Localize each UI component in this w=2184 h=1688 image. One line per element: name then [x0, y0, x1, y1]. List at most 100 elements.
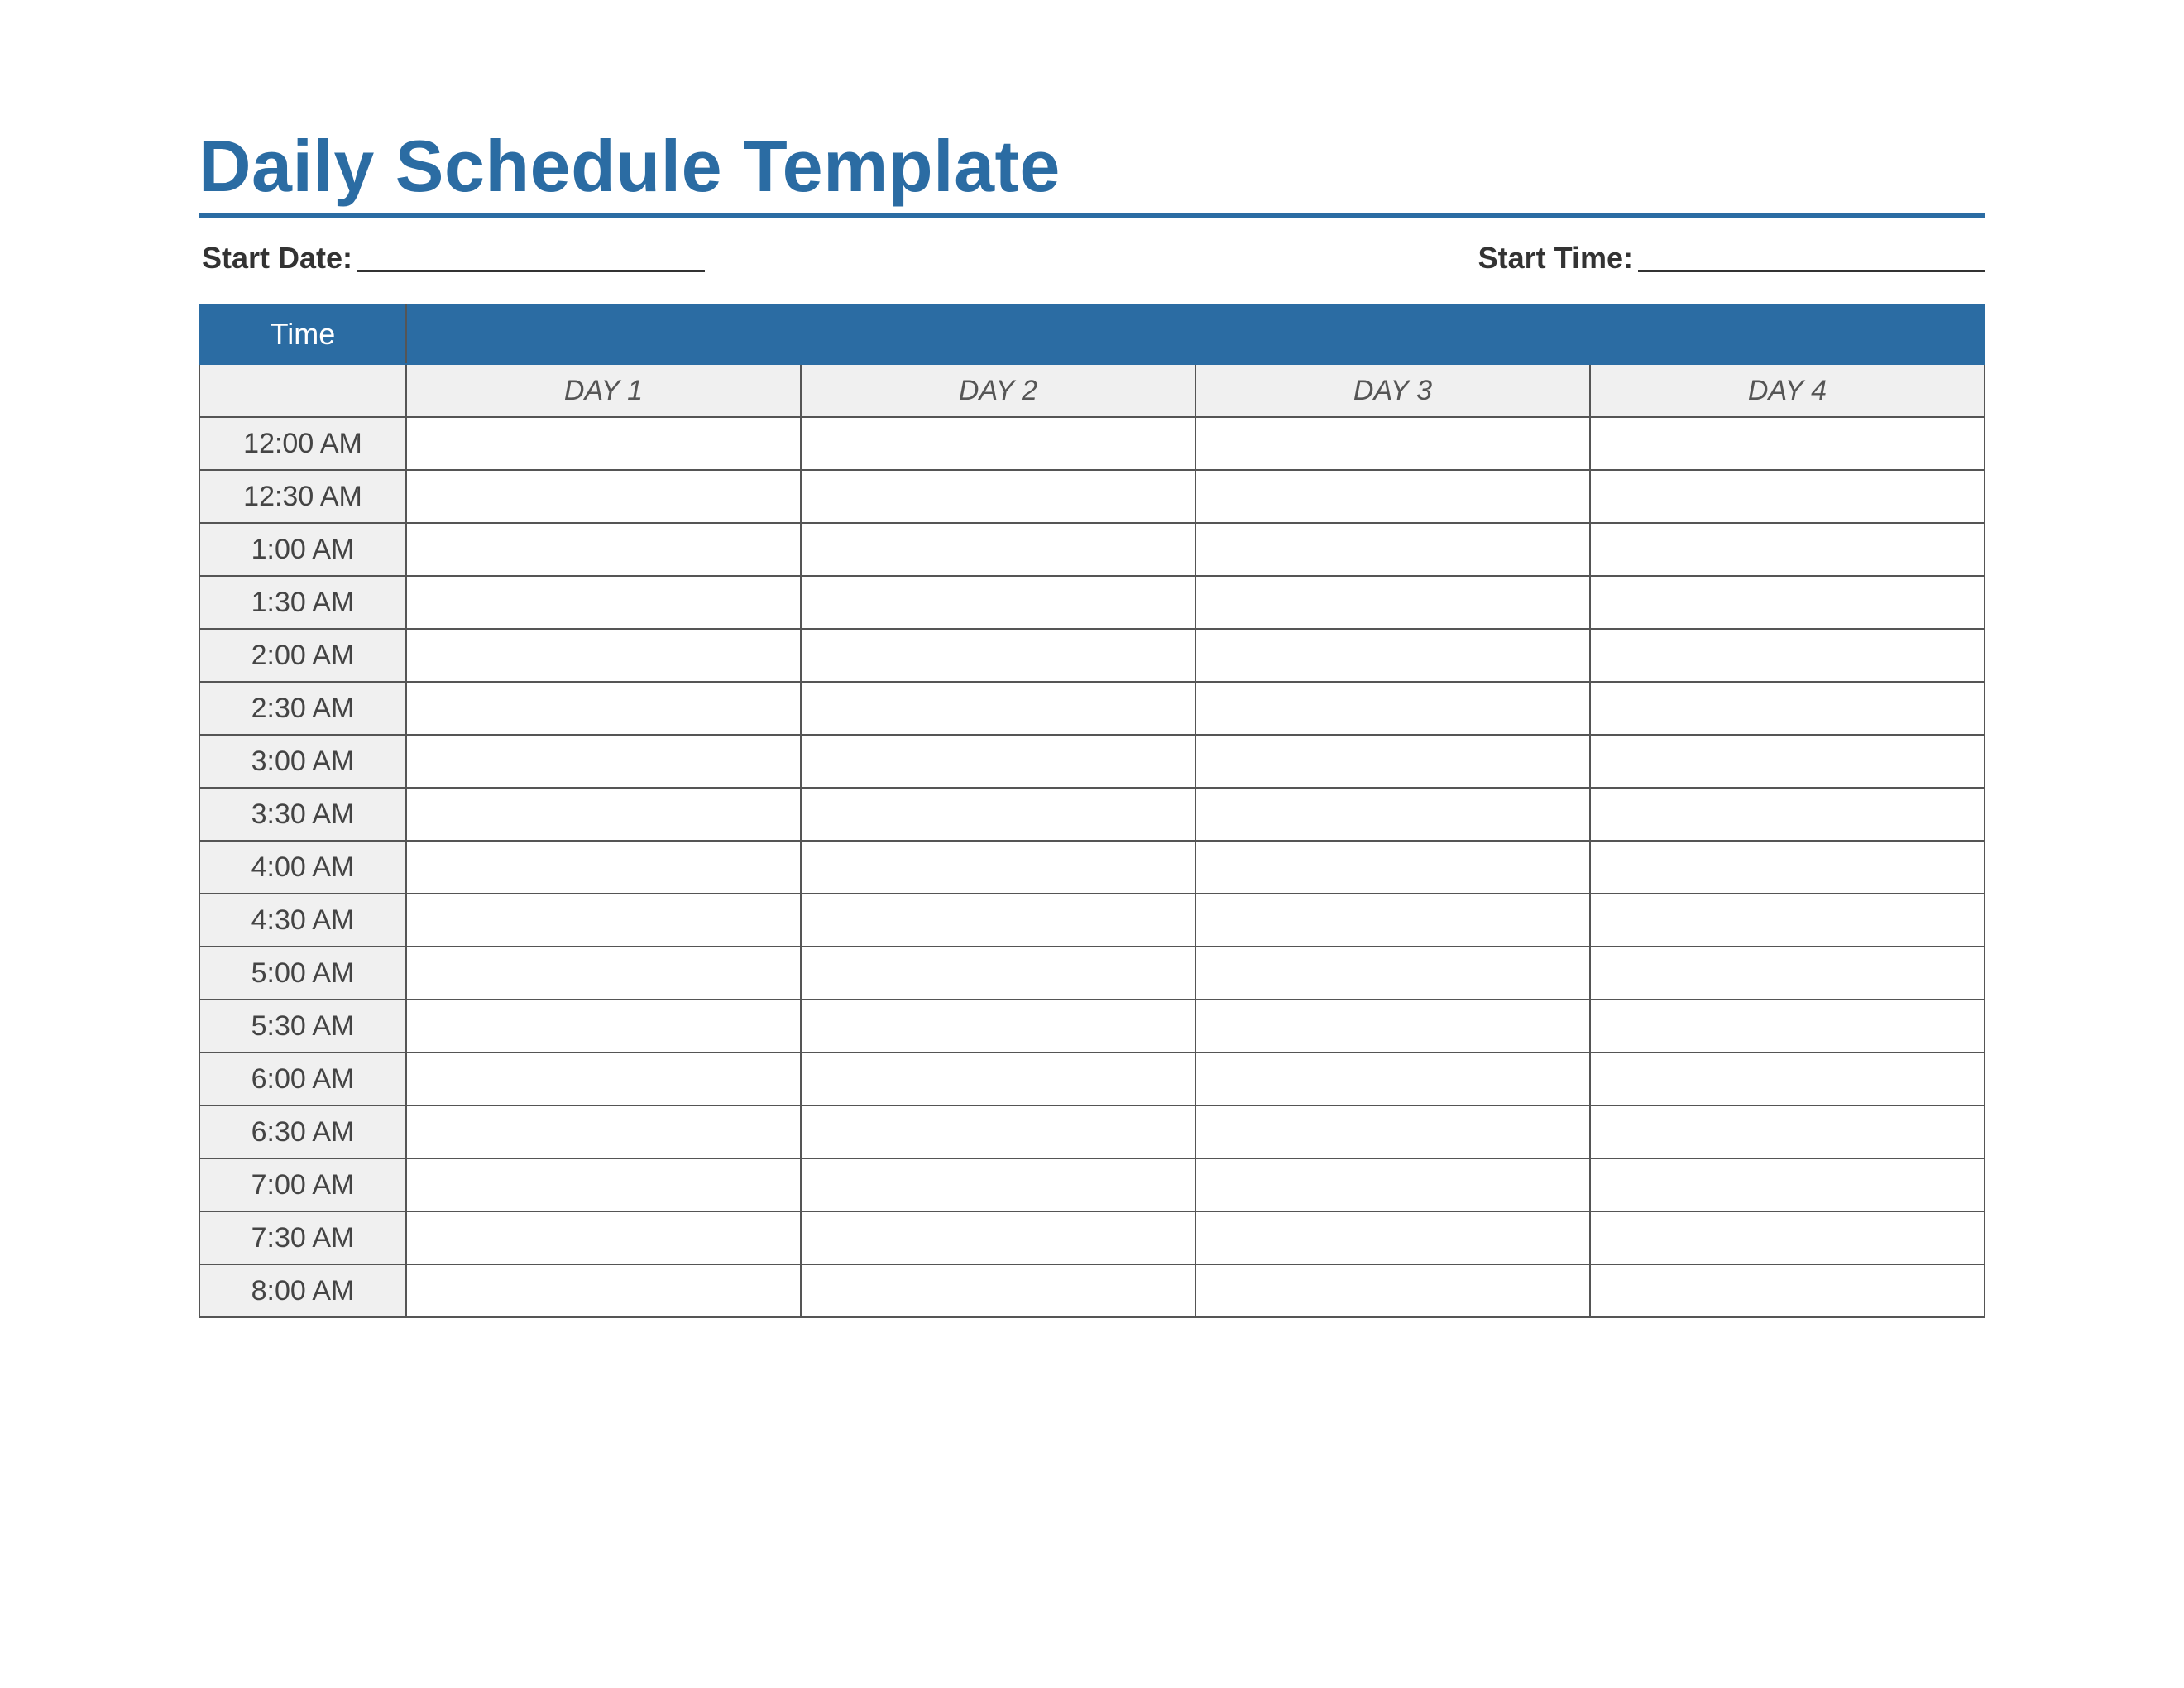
time-cell: 2:30 AM	[199, 682, 406, 735]
start-date-input-line[interactable]	[357, 270, 705, 272]
slot-cell[interactable]	[1195, 629, 1590, 682]
page: Daily Schedule Template Start Date: Star…	[0, 0, 2184, 1688]
slot-cell[interactable]	[1195, 417, 1590, 470]
slot-cell[interactable]	[1590, 523, 1985, 576]
slot-cell[interactable]	[1195, 735, 1590, 788]
slot-cell[interactable]	[406, 1053, 801, 1105]
time-cell: 4:30 AM	[199, 894, 406, 947]
slot-cell[interactable]	[801, 735, 1195, 788]
slot-cell[interactable]	[801, 1053, 1195, 1105]
table-row: 7:30 AM	[199, 1211, 1985, 1264]
slot-cell[interactable]	[801, 947, 1195, 1000]
slot-cell[interactable]	[1195, 470, 1590, 523]
time-cell: 7:30 AM	[199, 1211, 406, 1264]
slot-cell[interactable]	[801, 894, 1195, 947]
slot-cell[interactable]	[801, 841, 1195, 894]
table-row: 4:00 AM	[199, 841, 1985, 894]
slot-cell[interactable]	[1590, 1105, 1985, 1158]
time-cell: 3:30 AM	[199, 788, 406, 841]
start-time-label: Start Time:	[1478, 241, 1633, 276]
slot-cell[interactable]	[1195, 894, 1590, 947]
slot-cell[interactable]	[801, 629, 1195, 682]
slot-cell[interactable]	[1590, 1053, 1985, 1105]
slot-cell[interactable]	[801, 1158, 1195, 1211]
time-cell: 6:00 AM	[199, 1053, 406, 1105]
slot-cell[interactable]	[406, 894, 801, 947]
day-header-4: DAY 4	[1590, 364, 1985, 417]
slot-cell[interactable]	[1195, 1158, 1590, 1211]
slot-cell[interactable]	[1590, 1000, 1985, 1053]
slot-cell[interactable]	[406, 1211, 801, 1264]
slot-cell[interactable]	[801, 788, 1195, 841]
time-header: Time	[199, 305, 406, 364]
slot-cell[interactable]	[1195, 841, 1590, 894]
slot-cell[interactable]	[406, 1264, 801, 1317]
slot-cell[interactable]	[1590, 947, 1985, 1000]
slot-cell[interactable]	[801, 523, 1195, 576]
slot-cell[interactable]	[406, 735, 801, 788]
slot-cell[interactable]	[406, 788, 801, 841]
slot-cell[interactable]	[801, 417, 1195, 470]
slot-cell[interactable]	[1195, 788, 1590, 841]
slot-cell[interactable]	[1590, 576, 1985, 629]
slot-cell[interactable]	[1195, 1000, 1590, 1053]
slot-cell[interactable]	[801, 470, 1195, 523]
slot-cell[interactable]	[801, 1264, 1195, 1317]
slot-cell[interactable]	[1195, 682, 1590, 735]
slot-cell[interactable]	[406, 841, 801, 894]
table-row: 3:00 AM	[199, 735, 1985, 788]
slot-cell[interactable]	[1195, 1211, 1590, 1264]
slot-cell[interactable]	[801, 682, 1195, 735]
schedule-table: Time DAY 1 DAY 2 DAY 3 DAY 4 12:00 AM12:…	[199, 304, 1985, 1318]
table-row: 6:30 AM	[199, 1105, 1985, 1158]
slot-cell[interactable]	[801, 1105, 1195, 1158]
slot-cell[interactable]	[406, 682, 801, 735]
slot-cell[interactable]	[1590, 894, 1985, 947]
slot-cell[interactable]	[406, 947, 801, 1000]
table-row: 12:00 AM	[199, 417, 1985, 470]
day-header-blank	[199, 364, 406, 417]
time-cell: 3:00 AM	[199, 735, 406, 788]
slot-cell[interactable]	[1590, 682, 1985, 735]
slot-cell[interactable]	[406, 470, 801, 523]
slot-cell[interactable]	[1195, 1053, 1590, 1105]
slot-cell[interactable]	[1590, 735, 1985, 788]
slot-cell[interactable]	[1590, 417, 1985, 470]
slot-cell[interactable]	[801, 1000, 1195, 1053]
slot-cell[interactable]	[1195, 576, 1590, 629]
table-row: 1:00 AM	[199, 523, 1985, 576]
slot-cell[interactable]	[1590, 1264, 1985, 1317]
slot-cell[interactable]	[406, 576, 801, 629]
time-cell: 12:30 AM	[199, 470, 406, 523]
slot-cell[interactable]	[406, 629, 801, 682]
day-header-2: DAY 2	[801, 364, 1195, 417]
slot-cell[interactable]	[1195, 523, 1590, 576]
start-time-input-line[interactable]	[1638, 270, 1985, 272]
table-header-band: Time	[199, 305, 1985, 364]
slot-cell[interactable]	[1195, 947, 1590, 1000]
slot-cell[interactable]	[1590, 470, 1985, 523]
page-title: Daily Schedule Template	[199, 124, 1985, 209]
table-row: 5:00 AM	[199, 947, 1985, 1000]
slot-cell[interactable]	[1590, 629, 1985, 682]
table-row: 2:30 AM	[199, 682, 1985, 735]
table-row: 8:00 AM	[199, 1264, 1985, 1317]
slot-cell[interactable]	[406, 417, 801, 470]
slot-cell[interactable]	[801, 1211, 1195, 1264]
slot-cell[interactable]	[406, 1105, 801, 1158]
title-rule	[199, 213, 1985, 218]
slot-cell[interactable]	[1590, 841, 1985, 894]
slot-cell[interactable]	[406, 523, 801, 576]
start-time-field: Start Time:	[1478, 241, 1985, 276]
slot-cell[interactable]	[406, 1158, 801, 1211]
slot-cell[interactable]	[801, 576, 1195, 629]
slot-cell[interactable]	[1590, 1211, 1985, 1264]
slot-cell[interactable]	[406, 1000, 801, 1053]
slot-cell[interactable]	[1590, 1158, 1985, 1211]
table-day-headers: DAY 1 DAY 2 DAY 3 DAY 4	[199, 364, 1985, 417]
slot-cell[interactable]	[1195, 1105, 1590, 1158]
time-cell: 1:30 AM	[199, 576, 406, 629]
table-row: 5:30 AM	[199, 1000, 1985, 1053]
slot-cell[interactable]	[1195, 1264, 1590, 1317]
slot-cell[interactable]	[1590, 788, 1985, 841]
